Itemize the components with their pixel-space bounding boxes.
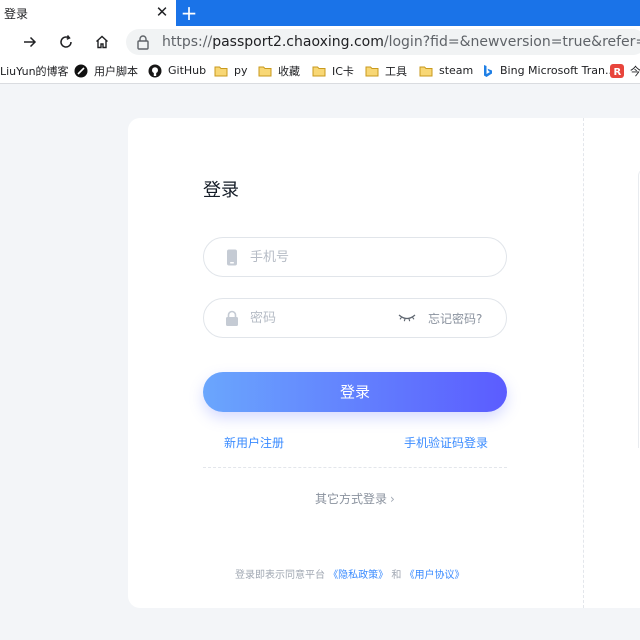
url-scheme: https:// — [162, 34, 213, 50]
new-tab-button[interactable]: + — [178, 2, 200, 24]
folder-icon — [419, 66, 433, 76]
eye-closed-icon[interactable] — [398, 313, 416, 323]
bookmark-folder-favorites[interactable]: 收藏 — [258, 58, 300, 83]
other-login-label: 其它方式登录 — [315, 492, 388, 506]
bookmark-userscript[interactable]: 用户脚本 — [74, 58, 138, 83]
lock-icon — [226, 310, 238, 326]
folder-icon — [214, 66, 228, 76]
other-login-link[interactable]: 其它方式登录 › — [315, 490, 395, 507]
password-field[interactable]: 忘记密码? — [203, 298, 507, 338]
bookmark-label: LiuYun的博客 — [0, 64, 69, 78]
agreement-and: 和 — [391, 570, 402, 581]
bookmark-folder-py[interactable]: py — [214, 58, 248, 83]
password-input[interactable] — [250, 299, 400, 337]
url-host: passport2.chaoxing.com — [212, 34, 384, 50]
bookmark-label: IC卡 — [332, 64, 354, 78]
mobile-phone-icon — [227, 249, 237, 266]
bookmark-folder-steam[interactable]: steam — [419, 58, 473, 83]
browser-tab[interactable]: 登录 ✕ — [0, 0, 176, 26]
folder-icon — [312, 66, 326, 76]
register-link[interactable]: 新用户注册 — [224, 434, 284, 451]
home-button[interactable] — [90, 30, 114, 54]
bookmark-folder-ic-card[interactable]: IC卡 — [312, 58, 354, 83]
bookmark-red-r[interactable]: R 今 — [610, 58, 640, 83]
tab-title: 登录 — [4, 6, 29, 21]
tab-close-icon[interactable]: ✕ — [154, 4, 170, 20]
bookmark-label: py — [234, 64, 248, 77]
svg-text:R: R — [614, 67, 622, 78]
refresh-icon — [60, 35, 72, 48]
forgot-password-link[interactable]: 忘记密码? — [428, 310, 482, 327]
chevron-right-icon: › — [390, 491, 395, 506]
page-content: 登录 忘记密码? 登录 新用户注册 手机验证码登录 其它方式 — [0, 85, 640, 640]
lock-icon[interactable] — [136, 34, 150, 50]
login-card: 登录 忘记密码? 登录 新用户注册 手机验证码登录 其它方式 — [128, 118, 640, 608]
options-divider — [203, 467, 507, 468]
bing-icon — [484, 64, 492, 77]
github-icon — [148, 64, 162, 77]
agreement-text: 登录即表示同意平台 《隐私政策》 和 《用户协议》 — [235, 566, 465, 581]
bookmark-label: 用户脚本 — [94, 64, 138, 78]
bookmark-folder-tools[interactable]: 工具 — [365, 58, 407, 83]
bookmark-label: 今 — [630, 64, 640, 78]
tampermonkey-icon — [74, 64, 88, 77]
bookmark-liuyun[interactable]: LiuYun的博客 — [0, 58, 69, 83]
phone-field[interactable] — [203, 237, 507, 277]
navigation-bar: https://passport2.chaoxing.com/login?fid… — [0, 26, 640, 58]
folder-icon — [365, 66, 379, 76]
folder-icon — [258, 66, 272, 76]
bookmarks-bar: LiuYun的博客 用户脚本 GitHub py 收藏 IC卡 工具 steam… — [0, 58, 640, 84]
bookmark-label: 收藏 — [278, 64, 300, 78]
agreement-prefix: 登录即表示同意平台 — [235, 570, 325, 581]
phone-input[interactable] — [250, 238, 400, 276]
tab-strip: 登录 ✕ + — [0, 0, 640, 26]
bookmark-github[interactable]: GitHub — [148, 58, 206, 83]
bookmark-label: Bing Microsoft Tran... — [500, 64, 616, 77]
home-icon — [96, 35, 108, 49]
bookmark-label: GitHub — [168, 64, 207, 77]
bookmark-bing-translator[interactable]: Bing Microsoft Tran... — [480, 58, 615, 83]
login-title: 登录 — [203, 180, 239, 201]
bookmark-label: steam — [439, 64, 474, 77]
arrow-right-icon — [24, 36, 37, 48]
refresh-button[interactable] — [54, 30, 78, 54]
url-text[interactable]: https://passport2.chaoxing.com/login?fid… — [162, 34, 640, 50]
login-button[interactable]: 登录 — [203, 372, 507, 412]
privacy-policy-link[interactable]: 《隐私政策》 — [328, 570, 388, 581]
sms-login-link[interactable]: 手机验证码登录 — [404, 434, 488, 451]
red-r-icon: R — [610, 63, 624, 78]
address-bar[interactable]: https://passport2.chaoxing.com/login?fid… — [126, 29, 640, 55]
user-agreement-link[interactable]: 《用户协议》 — [405, 570, 465, 581]
forward-button[interactable] — [18, 30, 42, 54]
card-divider — [583, 118, 584, 608]
url-path: /login?fid=&newversion=true&refer=http%3… — [383, 34, 640, 50]
bookmark-label: 工具 — [385, 64, 407, 78]
